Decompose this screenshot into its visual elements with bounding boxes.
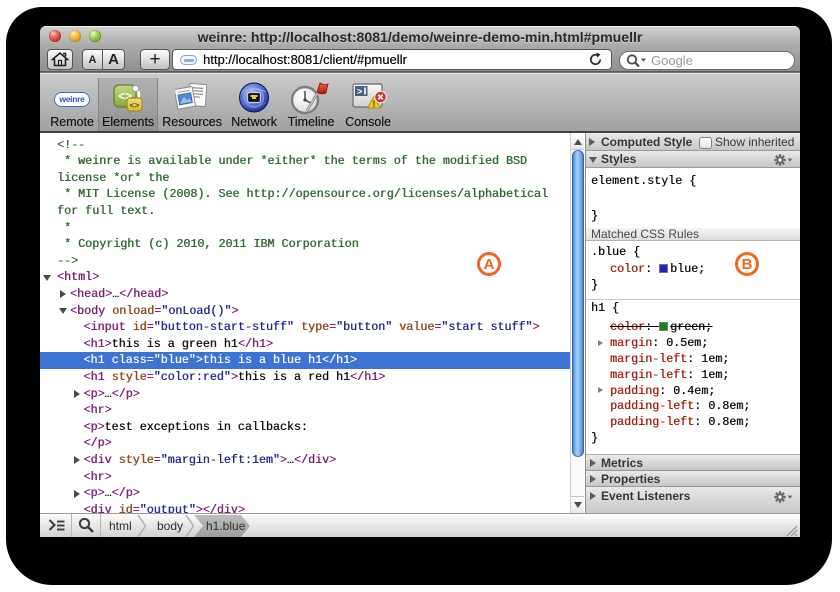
svg-text:<>: <> [130, 100, 140, 110]
svg-text:>: > [357, 88, 362, 98]
svg-text:!: ! [373, 99, 376, 109]
